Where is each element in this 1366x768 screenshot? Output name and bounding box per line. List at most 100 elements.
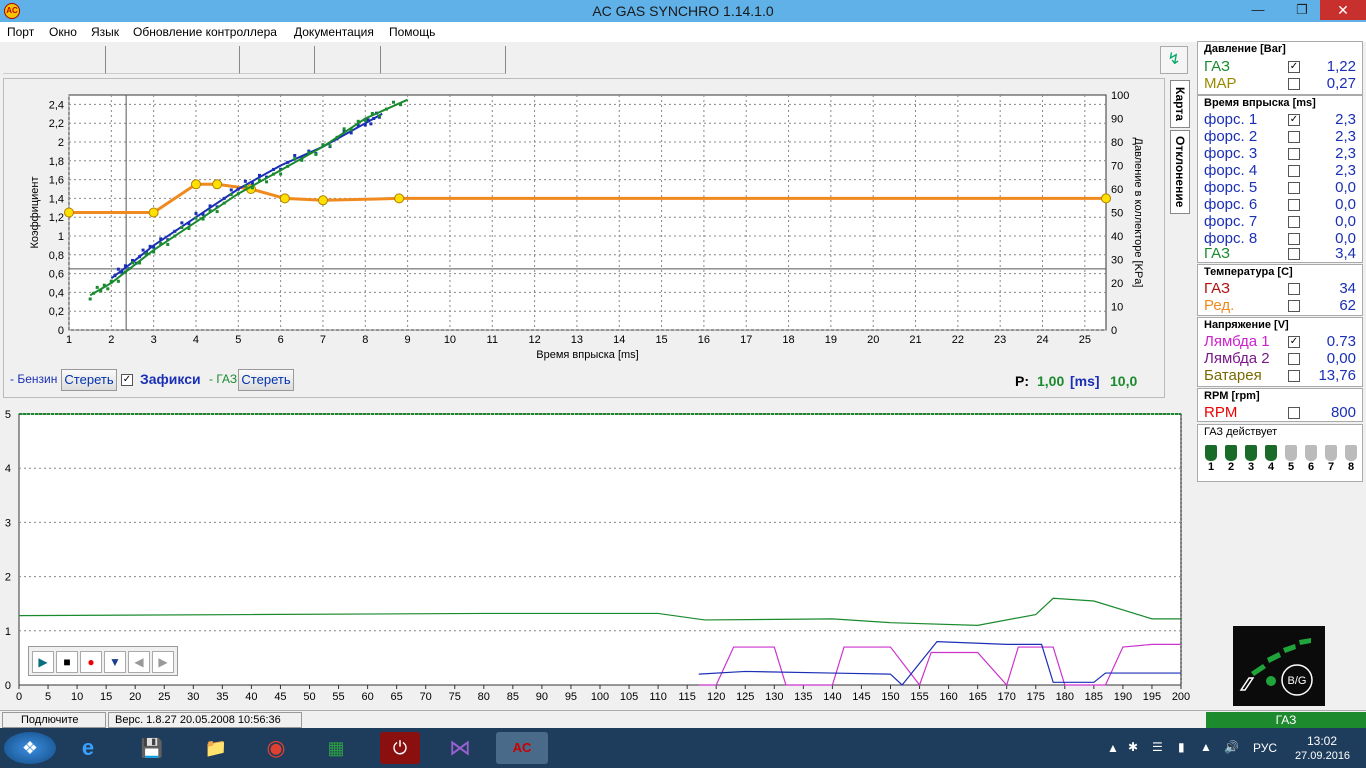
pressure-gas-checkbox[interactable]: ✓ bbox=[1288, 61, 1300, 73]
map-y-tick: 0,4 bbox=[49, 287, 64, 299]
injector-checkbox[interactable] bbox=[1288, 131, 1300, 143]
record-icon[interactable]: ● bbox=[80, 651, 102, 673]
close-button[interactable]: ✕ bbox=[1320, 0, 1366, 20]
rpm-checkbox[interactable] bbox=[1288, 407, 1300, 419]
map-sample-point bbox=[159, 242, 163, 246]
save-disk-icon[interactable]: 💾 bbox=[132, 732, 172, 764]
injector-checkbox[interactable] bbox=[1288, 233, 1300, 245]
map-y2-tick: 20 bbox=[1111, 278, 1123, 290]
menu-port[interactable]: Порт bbox=[7, 25, 34, 39]
lambda2-checkbox[interactable] bbox=[1288, 353, 1300, 365]
ie-icon[interactable]: e bbox=[68, 732, 108, 764]
gas-status-badge: ГАЗ bbox=[1206, 712, 1366, 728]
time-y-tick: 3 bbox=[5, 517, 11, 529]
toolbar-slot[interactable] bbox=[240, 46, 315, 74]
map-node-point[interactable] bbox=[279, 193, 290, 204]
toolbar-slot[interactable] bbox=[381, 46, 506, 74]
step-back-icon[interactable]: ◀ bbox=[128, 651, 150, 673]
map-y2-tick: 90 bbox=[1111, 114, 1123, 126]
map-node-point[interactable] bbox=[212, 179, 223, 190]
realtime-chart[interactable]: 0123450 5 10 15 20 25 30 35 40 45 50 55 60 65 70 75 80 85… bbox=[0, 404, 1195, 708]
map-node-point[interactable] bbox=[190, 179, 201, 190]
map-y-tick: 0,2 bbox=[49, 306, 64, 318]
download-icon[interactable]: ▼ bbox=[104, 651, 126, 673]
store-icon[interactable]: ▦ bbox=[316, 732, 356, 764]
injector-checkbox[interactable]: ✓ bbox=[1288, 114, 1300, 126]
toolbar-slot[interactable] bbox=[3, 46, 106, 74]
temperature-reducer-row: Ред. 62 bbox=[1204, 297, 1360, 314]
visual-studio-icon[interactable]: ⋈ bbox=[440, 732, 480, 764]
chrome-icon[interactable]: ◉ bbox=[256, 732, 296, 764]
tray-arrow-icon[interactable]: ▲ bbox=[1107, 741, 1119, 755]
injector-checkbox[interactable] bbox=[1288, 216, 1300, 228]
injector-indicator: 4 bbox=[1264, 445, 1278, 481]
lambda1-value: 0.73 bbox=[1326, 333, 1356, 350]
menu-controller-update[interactable]: Обновление контроллера bbox=[133, 25, 277, 39]
clock-time[interactable]: 13:02 bbox=[1307, 734, 1337, 748]
tab-map[interactable]: Карта bbox=[1170, 80, 1190, 128]
temperature-reducer-checkbox[interactable] bbox=[1288, 300, 1300, 312]
folder-icon[interactable]: 📁 bbox=[196, 732, 236, 764]
map-node-point[interactable] bbox=[394, 193, 405, 204]
window-title: AC GAS SYNCHRO 1.14.1.0 bbox=[592, 3, 774, 19]
volume-icon[interactable]: 🔊 bbox=[1224, 740, 1239, 754]
power-app-icon[interactable]: ⏻ bbox=[380, 732, 420, 764]
p-label: P: bbox=[1015, 373, 1029, 389]
language-indicator[interactable]: РУС bbox=[1253, 741, 1277, 755]
lambda1-checkbox[interactable]: ✓ bbox=[1288, 336, 1300, 348]
menu-help[interactable]: Помощь bbox=[389, 25, 435, 39]
step-forward-icon[interactable]: ▶ bbox=[152, 651, 174, 673]
connect-status: Подлючите bbox=[2, 712, 106, 728]
pressure-map-checkbox[interactable] bbox=[1288, 78, 1300, 90]
injector-checkbox[interactable] bbox=[1288, 182, 1300, 194]
menu-window[interactable]: Окно bbox=[49, 25, 77, 39]
injector-checkbox[interactable] bbox=[1288, 165, 1300, 177]
rpm-label: RPM bbox=[1204, 404, 1238, 421]
settings-icon[interactable]: ↯ bbox=[1160, 46, 1188, 74]
network-icon[interactable]: ☰ bbox=[1152, 740, 1163, 754]
map-sample-point bbox=[229, 188, 233, 192]
map-node-point[interactable] bbox=[317, 195, 328, 206]
battery-checkbox[interactable] bbox=[1288, 370, 1300, 382]
injector-checkbox[interactable] bbox=[1288, 199, 1300, 211]
wifi-icon[interactable]: ▲ bbox=[1200, 740, 1212, 754]
clock-date[interactable]: 27.09.2016 bbox=[1295, 750, 1350, 762]
restore-button[interactable]: ❐ bbox=[1286, 0, 1318, 20]
pressure-gas-row: ГАЗ ✓ 1,22 bbox=[1204, 58, 1360, 75]
map-x-tick: 19 bbox=[825, 334, 837, 346]
toolbar-slot[interactable] bbox=[106, 46, 240, 74]
clear-gas-button[interactable]: Стереть bbox=[238, 369, 294, 391]
minimize-button[interactable]: — bbox=[1242, 0, 1274, 20]
injector-indicator: 2 bbox=[1224, 445, 1238, 481]
menu-language[interactable]: Язык bbox=[91, 25, 119, 39]
stop-icon[interactable]: ■ bbox=[56, 651, 78, 673]
map-sample-point bbox=[102, 283, 106, 287]
map-node-point[interactable] bbox=[1101, 193, 1111, 204]
injector-icon bbox=[1225, 445, 1237, 461]
injector-checkbox[interactable] bbox=[1288, 148, 1300, 160]
bluetooth-icon[interactable]: ✱ bbox=[1128, 740, 1138, 754]
map-sample-point bbox=[293, 157, 297, 161]
ac-gas-taskbar-icon[interactable]: AC bbox=[496, 732, 548, 764]
map-x-tick: 1 bbox=[66, 334, 72, 346]
injector-number: 3 bbox=[1247, 461, 1255, 473]
gas-active-title: ГАЗ действует bbox=[1204, 426, 1278, 438]
menu-documentation[interactable]: Документация bbox=[294, 25, 374, 39]
clear-petrol-button[interactable]: Стереть bbox=[61, 369, 117, 391]
map-node-point[interactable] bbox=[64, 207, 74, 218]
time-x-tick: 80 bbox=[478, 691, 490, 703]
injection-gas-checkbox[interactable] bbox=[1288, 248, 1300, 260]
temperature-gas-checkbox[interactable] bbox=[1288, 283, 1300, 295]
start-button-icon[interactable]: ❖ bbox=[4, 732, 56, 764]
battery-icon[interactable]: ▮ bbox=[1178, 740, 1185, 754]
map-chart[interactable]: 1 2 3 4 5 6 7 8 9 10 11 12 13 14 15 16 17 18 19 20 21 22 23 24 2… bbox=[4, 79, 1166, 369]
injection-gas-row: ГАЗ 3,4 bbox=[1204, 245, 1360, 262]
time-y-tick: 0 bbox=[5, 680, 11, 692]
tab-deviation[interactable]: Отклонение bbox=[1170, 130, 1190, 214]
fix-checkbox[interactable]: ✓ bbox=[121, 374, 133, 386]
map-sample-point bbox=[363, 123, 367, 127]
injector-row: форс. 6 0,0 bbox=[1204, 196, 1360, 213]
map-node-point[interactable] bbox=[148, 207, 159, 218]
play-icon[interactable]: ▶ bbox=[32, 651, 54, 673]
toolbar-slot[interactable] bbox=[315, 46, 381, 74]
